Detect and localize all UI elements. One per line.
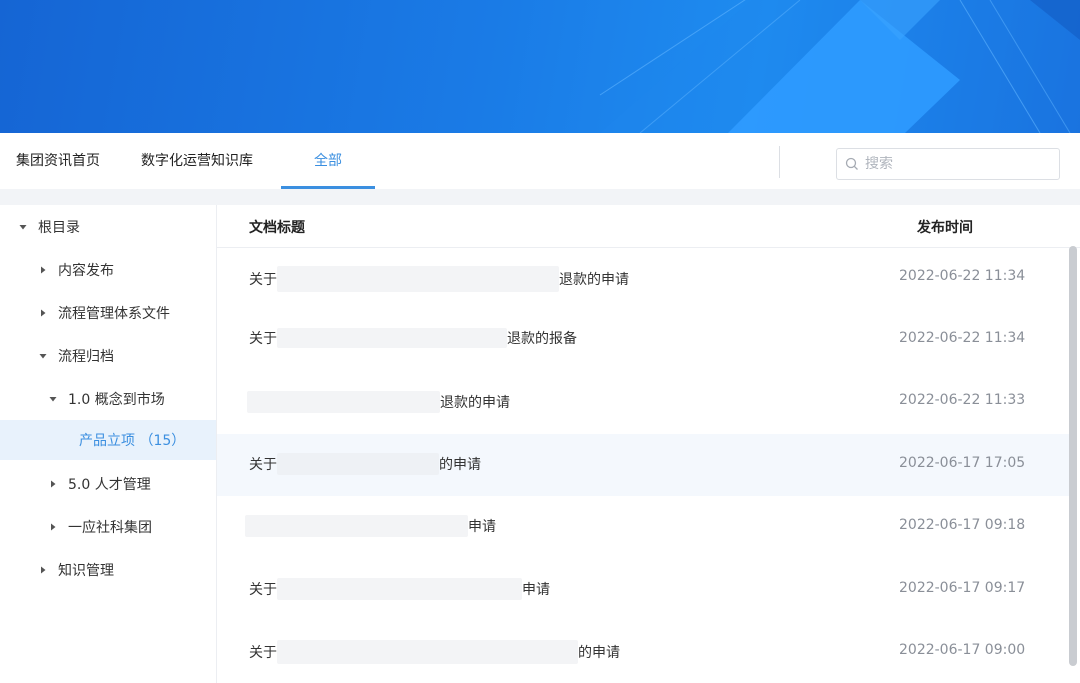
title-suffix: 退款的申请	[440, 395, 510, 411]
title-prefix: 关于	[249, 272, 277, 288]
active-tab-indicator	[281, 186, 375, 189]
table-row[interactable]: 关于 退款的报备 2022-06-22 11:34	[217, 309, 1069, 371]
caret-right-icon	[48, 479, 58, 489]
tree-item-knowledge-management[interactable]: 知识管理	[0, 550, 216, 590]
tree-item-label: 一应社科集团	[68, 520, 152, 536]
title-suffix: 申请	[522, 582, 550, 598]
redacted-text	[277, 266, 559, 292]
redacted-text	[247, 391, 440, 413]
publish-time: 2022-06-22 11:33	[899, 392, 1026, 408]
caret-down-icon	[48, 394, 58, 404]
document-title[interactable]: 关于 的申请	[249, 453, 481, 475]
tree-item-talent-management[interactable]: 5.0 人才管理	[0, 464, 216, 504]
title-suffix: 的申请	[578, 645, 620, 661]
table-row[interactable]: 关于 的申请 2022-06-17 17:05	[217, 434, 1069, 496]
scrollbar[interactable]	[1069, 246, 1077, 666]
publish-time: 2022-06-22 11:34	[899, 330, 1026, 346]
tab-digital-ops-knowledge-base[interactable]: 数字化运营知识库	[141, 133, 253, 189]
title-suffix: 退款的报备	[507, 331, 577, 347]
directory-tree: 根目录 内容发布 流程管理体系文件 流程归档 1.0 概念到市场 产品立项 （1…	[0, 205, 216, 683]
tree-item-process-archive[interactable]: 流程归档	[0, 336, 216, 376]
tab-all[interactable]: 全部	[314, 133, 342, 189]
publish-time: 2022-06-22 11:34	[899, 268, 1026, 284]
column-header-title: 文档标题	[249, 220, 305, 236]
redacted-text	[277, 640, 578, 664]
document-title[interactable]: 关于 退款的报备	[249, 328, 577, 348]
tree-item-product-initiation[interactable]: 产品立项 （15）	[0, 420, 216, 460]
header-banner	[0, 0, 1080, 133]
table-row[interactable]: 关于 退款的申请 2022-06-22 11:34	[217, 247, 1069, 309]
redacted-text	[277, 578, 522, 600]
redacted-text	[277, 453, 439, 475]
redacted-text	[245, 515, 468, 537]
search-box[interactable]	[836, 148, 1060, 180]
search-icon	[845, 157, 858, 170]
caret-right-icon	[48, 522, 58, 532]
document-title[interactable]: 关于 的申请	[249, 640, 620, 664]
tree-item-concept-to-market[interactable]: 1.0 概念到市场	[0, 379, 216, 419]
search-input[interactable]	[865, 156, 1045, 172]
tree-item-label: 5.0 人才管理	[68, 477, 151, 493]
document-title[interactable]: 关于 退款的申请	[249, 266, 629, 292]
title-suffix: 申请	[468, 519, 496, 535]
table-row[interactable]: 关于 的申请 2022-06-17 09:00	[217, 621, 1069, 683]
publish-time: 2022-06-17 17:05	[899, 455, 1026, 471]
title-prefix: 关于	[249, 331, 277, 347]
tree-item-label: 产品立项 （15）	[79, 433, 186, 449]
tree-item-label: 1.0 概念到市场	[68, 392, 165, 408]
nav-divider	[779, 146, 780, 178]
tree-item-process-docs[interactable]: 流程管理体系文件	[0, 293, 216, 333]
tree-item-label: 知识管理	[58, 563, 114, 579]
redacted-text	[277, 328, 507, 348]
tree-item-root[interactable]: 根目录	[0, 207, 216, 247]
document-list: 文档标题 发布时间 关于 退款的申请 2022-06-22 11:34 关于 退…	[216, 205, 1080, 683]
caret-right-icon	[38, 265, 48, 275]
tree-item-label: 内容发布	[58, 263, 114, 279]
publish-time: 2022-06-17 09:17	[899, 580, 1026, 596]
caret-down-icon	[18, 222, 28, 232]
publish-time: 2022-06-17 09:18	[899, 517, 1026, 533]
table-row[interactable]: 申请 2022-06-17 09:18	[217, 496, 1069, 558]
tree-item-label: 流程归档	[58, 349, 114, 365]
document-title[interactable]: 关于 申请	[249, 578, 550, 600]
caret-right-icon	[38, 308, 48, 318]
title-suffix: 退款的申请	[559, 272, 629, 288]
caret-right-icon	[38, 565, 48, 575]
tree-item-content-publish[interactable]: 内容发布	[0, 250, 216, 290]
tab-group-news-home[interactable]: 集团资讯首页	[16, 133, 100, 189]
publish-time: 2022-06-17 09:00	[899, 642, 1026, 658]
document-title[interactable]: 申请	[245, 515, 496, 537]
title-prefix: 关于	[249, 457, 277, 473]
tree-item-group[interactable]: 一应社科集团	[0, 507, 216, 547]
title-prefix: 关于	[249, 645, 277, 661]
tree-item-label: 根目录	[38, 220, 80, 236]
document-title[interactable]: 退款的申请	[247, 391, 510, 413]
table-header: 文档标题 发布时间	[217, 205, 1080, 248]
tree-item-label: 流程管理体系文件	[58, 306, 170, 322]
table-row[interactable]: 关于 申请 2022-06-17 09:17	[217, 559, 1069, 621]
banner-decoration	[599, 0, 1080, 133]
column-header-time: 发布时间	[917, 220, 973, 236]
table-row[interactable]: 退款的申请 2022-06-22 11:33	[217, 371, 1069, 433]
title-prefix: 关于	[249, 582, 277, 598]
title-suffix: 的申请	[439, 457, 481, 473]
caret-down-icon	[38, 351, 48, 361]
